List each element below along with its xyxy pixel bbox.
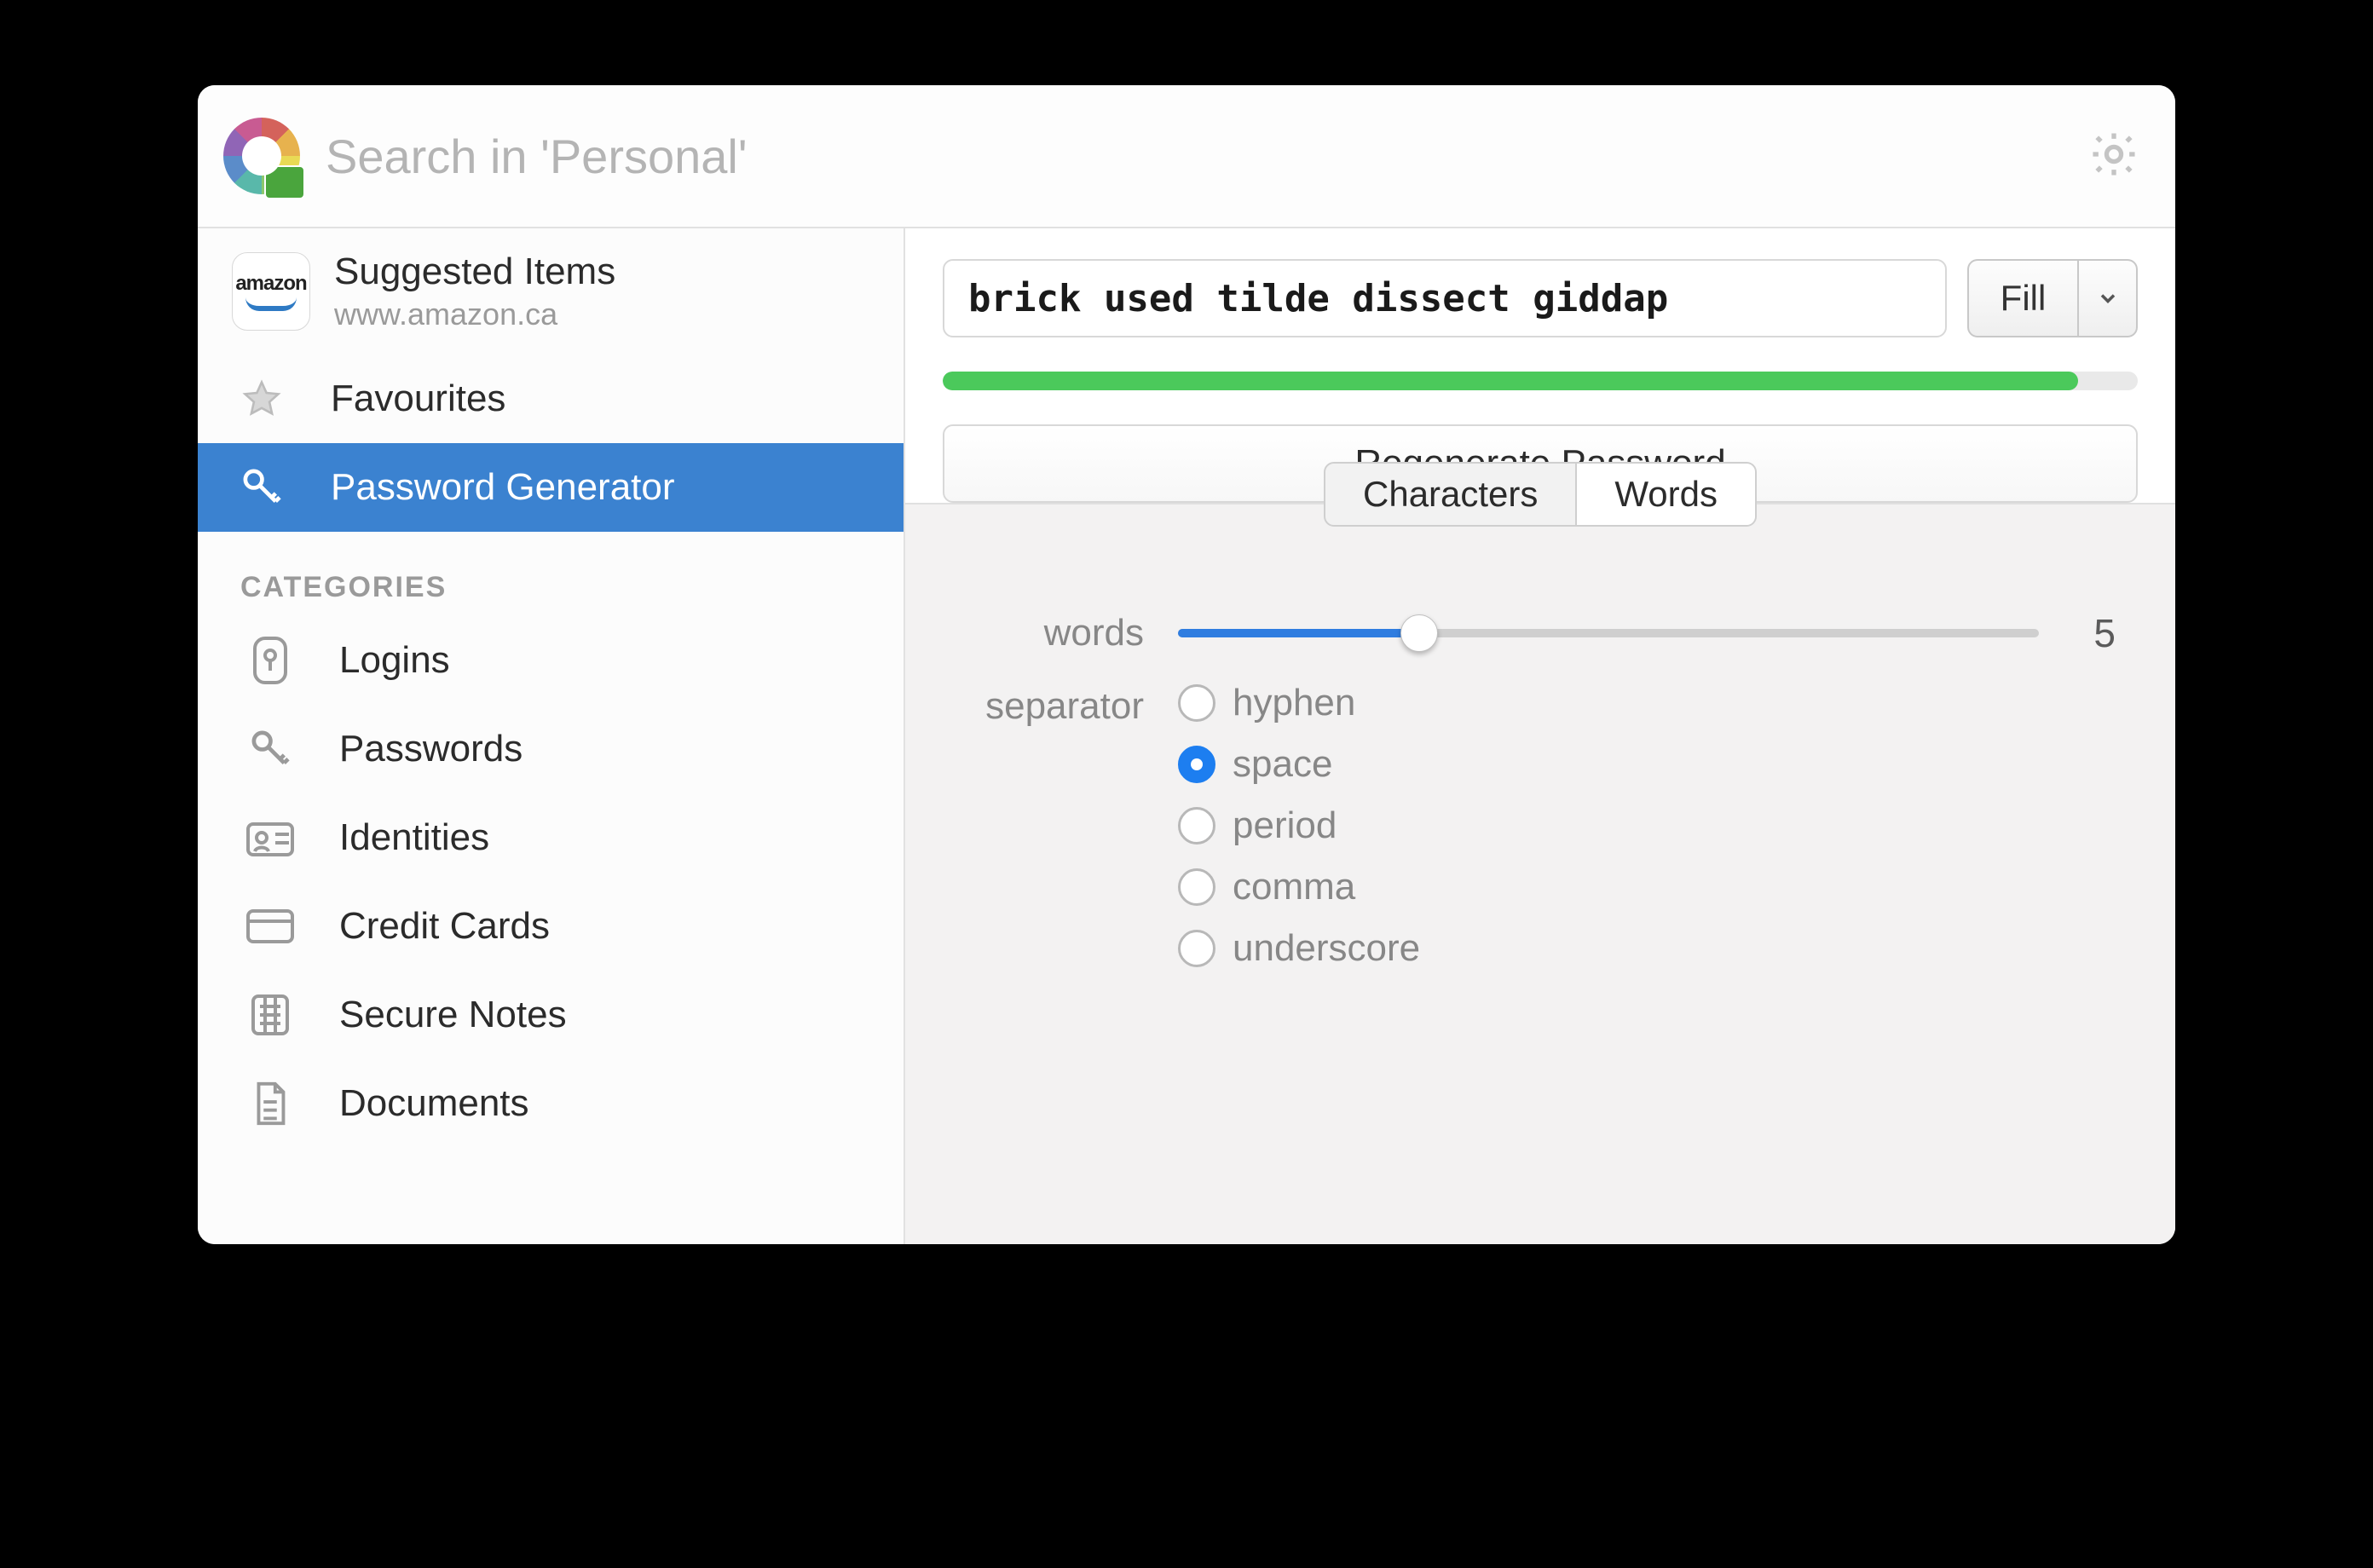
header-bar <box>198 85 2175 228</box>
separator-option-underscore[interactable]: underscore <box>1178 927 1420 970</box>
words-count-row: words 5 <box>965 610 2116 656</box>
radio-label: space <box>1233 743 1332 786</box>
tab-characters[interactable]: Characters <box>1325 464 1575 525</box>
id-card-icon <box>240 817 300 858</box>
generator-options-pane: Characters Words words 5 <box>905 503 2175 1244</box>
category-credit-cards[interactable]: Credit Cards <box>198 882 904 971</box>
category-documents[interactable]: Documents <box>198 1059 904 1148</box>
radio-icon <box>1178 684 1215 722</box>
category-logins[interactable]: Logins <box>198 616 904 705</box>
suggested-title: Suggested Items <box>334 251 615 293</box>
key-icon <box>232 464 292 511</box>
category-identities[interactable]: Identities <box>198 793 904 882</box>
password-strength-fill <box>943 372 2078 390</box>
category-label: Passwords <box>339 728 523 770</box>
radio-icon <box>1178 930 1215 967</box>
generated-password-text: brick used tilde dissect giddap <box>968 277 1668 320</box>
mode-segmented-control: Characters Words <box>1324 462 1757 527</box>
category-label: Identities <box>339 816 489 859</box>
tab-words[interactable]: Words <box>1575 464 1755 525</box>
app-window: amazon Suggested Items www.amazon.ca Fav… <box>198 85 2175 1244</box>
settings-gear-icon[interactable] <box>2087 127 2141 186</box>
credit-card-icon <box>240 908 300 945</box>
star-icon <box>232 377 292 421</box>
password-generator-label: Password Generator <box>331 466 675 509</box>
sidebar-item-favourites[interactable]: Favourites <box>198 355 904 443</box>
sidebar: amazon Suggested Items www.amazon.ca Fav… <box>198 228 905 1244</box>
sidebar-item-password-generator[interactable]: Password Generator <box>198 443 904 532</box>
fill-button-group: Fill <box>1967 259 2138 337</box>
notes-icon <box>240 991 300 1039</box>
main-panel: brick used tilde dissect giddap Fill <box>905 228 2175 1244</box>
radio-label: underscore <box>1233 927 1420 970</box>
radio-label: hyphen <box>1233 682 1355 724</box>
chevron-down-icon <box>2096 286 2120 310</box>
separator-option-space[interactable]: space <box>1178 743 1420 786</box>
radio-icon <box>1178 746 1215 783</box>
words-value: 5 <box>2073 610 2116 656</box>
slider-thumb[interactable] <box>1400 614 1438 652</box>
categories-header: CATEGORIES <box>198 532 904 616</box>
document-icon <box>240 1079 300 1128</box>
category-label: Secure Notes <box>339 994 567 1036</box>
favourites-label: Favourites <box>331 378 505 420</box>
separator-option-comma[interactable]: comma <box>1178 866 1420 908</box>
separator-radio-group: hyphen space period comma <box>1178 682 1420 970</box>
generated-password-field[interactable]: brick used tilde dissect giddap <box>943 259 1947 337</box>
password-strength-meter <box>943 372 2138 390</box>
category-label: Logins <box>339 639 450 682</box>
category-secure-notes[interactable]: Secure Notes <box>198 971 904 1059</box>
key-icon <box>240 725 300 773</box>
words-label: words <box>965 612 1178 654</box>
amazon-icon: amazon <box>232 252 310 331</box>
radio-label: comma <box>1233 866 1355 908</box>
separator-label: separator <box>965 682 1178 728</box>
category-label: Credit Cards <box>339 905 550 948</box>
separator-row: separator hyphen space period <box>965 682 2116 970</box>
category-passwords[interactable]: Passwords <box>198 705 904 793</box>
keyhole-icon <box>240 635 300 686</box>
words-slider[interactable] <box>1178 616 2039 650</box>
fill-dropdown-button[interactable] <box>2078 259 2138 337</box>
fill-button[interactable]: Fill <box>1967 259 2078 337</box>
vault-badge-icon <box>264 165 305 199</box>
vault-icon[interactable] <box>223 118 300 194</box>
suggested-items-row[interactable]: amazon Suggested Items www.amazon.ca <box>198 228 904 355</box>
radio-label: period <box>1233 804 1337 847</box>
radio-icon <box>1178 807 1215 845</box>
fill-button-label: Fill <box>2001 278 2047 319</box>
suggested-subtitle: www.amazon.ca <box>334 297 615 332</box>
radio-icon <box>1178 868 1215 906</box>
separator-option-hyphen[interactable]: hyphen <box>1178 682 1420 724</box>
body: amazon Suggested Items www.amazon.ca Fav… <box>198 228 2175 1244</box>
category-label: Documents <box>339 1082 529 1125</box>
search-input[interactable] <box>326 129 2070 184</box>
separator-option-period[interactable]: period <box>1178 804 1420 847</box>
